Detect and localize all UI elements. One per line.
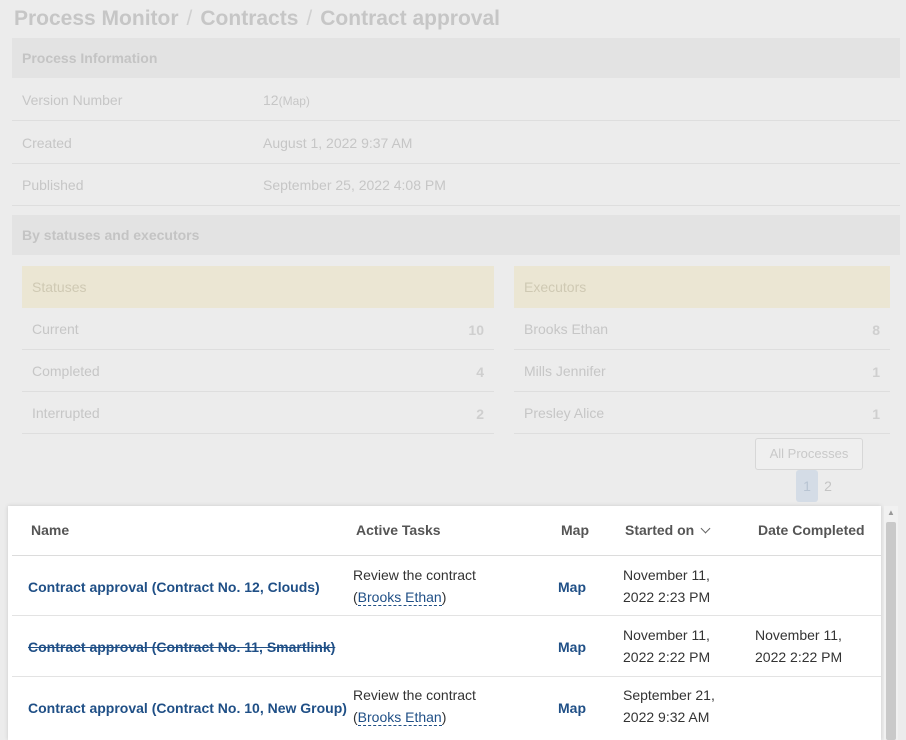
active-task-name: Review the contract bbox=[353, 687, 476, 703]
status-label: Completed bbox=[32, 363, 100, 379]
executors-header: Executors bbox=[514, 266, 890, 308]
map-link[interactable]: Map bbox=[558, 700, 586, 716]
status-row-interrupted[interactable]: Interrupted 2 bbox=[22, 392, 494, 434]
active-task-cell: Review the contract (Brooks Ethan) bbox=[353, 564, 476, 608]
process-name-link[interactable]: Contract approval (Contract No. 10, New … bbox=[28, 700, 347, 716]
executors-box: Executors Brooks Ethan 8 Mills Jennifer 1 … bbox=[514, 266, 890, 434]
column-header-date-completed[interactable]: Date Completed bbox=[758, 522, 865, 538]
breadcrumb-contracts[interactable]: Contracts bbox=[200, 7, 298, 30]
executor-count: 1 bbox=[872, 364, 880, 380]
executor-row[interactable]: Presley Alice 1 bbox=[514, 392, 890, 434]
status-row-current[interactable]: Current 10 bbox=[22, 308, 494, 350]
status-label: Current bbox=[32, 321, 79, 337]
started-on-cell: November 11, 2022 2:23 PM bbox=[623, 564, 710, 608]
version-number-value: 12(Map) bbox=[263, 92, 310, 108]
started-date: November 11, bbox=[623, 627, 710, 643]
table-row[interactable]: Contract approval (Contract No. 12, Clou… bbox=[12, 556, 881, 616]
started-time: 2022 2:22 PM bbox=[623, 649, 711, 665]
breadcrumb-process-monitor[interactable]: Process Monitor bbox=[14, 7, 179, 30]
process-name-link[interactable]: Contract approval (Contract No. 12, Clou… bbox=[28, 579, 320, 595]
published-row: Published September 25, 2022 4:08 PM bbox=[12, 164, 900, 206]
map-link[interactable]: Map bbox=[558, 579, 586, 595]
active-task-executor: (Brooks Ethan) bbox=[353, 709, 447, 726]
started-date: September 21, bbox=[623, 687, 715, 703]
status-label: Interrupted bbox=[32, 405, 100, 421]
created-label: Created bbox=[22, 135, 72, 151]
all-processes-button[interactable]: All Processes bbox=[755, 438, 863, 470]
executor-row[interactable]: Brooks Ethan 8 bbox=[514, 308, 890, 350]
status-count: 4 bbox=[476, 364, 484, 380]
version-number-label: Version Number bbox=[22, 92, 123, 108]
page-1-button[interactable]: 1 bbox=[796, 470, 818, 502]
column-header-name[interactable]: Name bbox=[31, 522, 69, 538]
started-on-cell: November 11, 2022 2:22 PM bbox=[623, 624, 710, 668]
started-time: 2022 9:32 AM bbox=[623, 709, 710, 725]
column-header-active-tasks[interactable]: Active Tasks bbox=[356, 522, 441, 538]
executor-link[interactable]: Brooks Ethan bbox=[357, 589, 442, 606]
executor-label: Brooks Ethan bbox=[524, 321, 609, 337]
process-information-header: Process Information bbox=[12, 38, 900, 78]
created-row: Created August 1, 2022 9:37 AM bbox=[12, 122, 900, 164]
active-task-name: Review the contract bbox=[353, 567, 476, 583]
completed-time: 2022 2:22 PM bbox=[755, 649, 843, 665]
process-name-link[interactable]: Contract approval (Contract No. 11, Smar… bbox=[28, 639, 335, 655]
started-date: November 11, bbox=[623, 567, 710, 583]
sort-chevron-down-icon bbox=[700, 523, 711, 534]
executor-link[interactable]: Brooks Ethan bbox=[357, 709, 442, 726]
table-row[interactable]: Contract approval (Contract No. 10, New … bbox=[12, 678, 881, 738]
created-value: August 1, 2022 9:37 AM bbox=[263, 135, 413, 151]
page-2-button[interactable]: 2 bbox=[820, 470, 836, 502]
executor-label: Mills Jennifer bbox=[524, 363, 606, 379]
active-task-executor: (Brooks Ethan) bbox=[353, 589, 447, 606]
executor-row[interactable]: Mills Jennifer 1 bbox=[514, 350, 890, 392]
published-value: September 25, 2022 4:08 PM bbox=[263, 177, 446, 193]
status-row-completed[interactable]: Completed 4 bbox=[22, 350, 494, 392]
status-count: 10 bbox=[468, 322, 484, 338]
statuses-box: Statuses Current 10 Completed 4 Interrupte… bbox=[22, 266, 494, 434]
version-map-link[interactable]: (Map) bbox=[279, 94, 310, 108]
active-task-cell: Review the contract (Brooks Ethan) bbox=[353, 684, 476, 728]
published-label: Published bbox=[22, 177, 84, 193]
table-row[interactable]: Contract approval (Contract No. 11, Smar… bbox=[12, 617, 881, 677]
scroll-up-arrow-icon[interactable]: ▲ bbox=[887, 508, 895, 517]
date-completed-cell: November 11, 2022 2:22 PM bbox=[755, 624, 842, 668]
column-header-started-on[interactable]: Started on bbox=[625, 522, 711, 538]
version-number-row: Version Number 12(Map) bbox=[12, 79, 900, 121]
started-time: 2022 2:23 PM bbox=[623, 589, 711, 605]
executor-count: 1 bbox=[872, 406, 880, 422]
vertical-scrollbar[interactable]: ▲ bbox=[884, 506, 898, 740]
started-on-label: Started on bbox=[625, 522, 695, 538]
process-list-popup: Name Active Tasks Map Started on Date Co… bbox=[8, 506, 881, 740]
breadcrumb-separator: / bbox=[186, 7, 193, 30]
breadcrumb-contract-approval: Contract approval bbox=[320, 7, 500, 30]
statuses-header: Statuses bbox=[22, 266, 494, 308]
breadcrumb: Process Monitor / Contracts / Contract appro… bbox=[14, 7, 500, 31]
started-on-cell: September 21, 2022 9:32 AM bbox=[623, 684, 715, 728]
completed-date: November 11, bbox=[755, 627, 842, 643]
map-link[interactable]: Map bbox=[558, 639, 586, 655]
column-header-map[interactable]: Map bbox=[561, 522, 589, 538]
breadcrumb-separator: / bbox=[306, 7, 313, 30]
executor-count: 8 bbox=[872, 322, 880, 338]
scrollbar-thumb[interactable] bbox=[886, 522, 896, 740]
status-count: 2 bbox=[476, 406, 484, 422]
executor-label: Presley Alice bbox=[524, 405, 605, 421]
by-statuses-header: By statuses and executors bbox=[12, 215, 900, 255]
version-number: 12 bbox=[263, 92, 279, 108]
